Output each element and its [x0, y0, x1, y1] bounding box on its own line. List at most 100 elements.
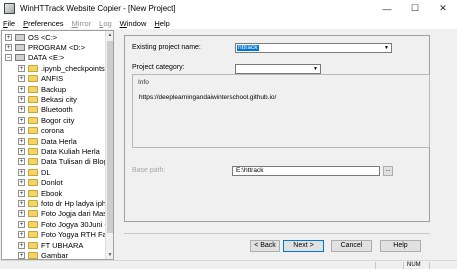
tree-vertical-scrollbar[interactable]: ▲ ▼ [105, 31, 113, 259]
expand-icon[interactable]: + [18, 85, 25, 93]
tree-item[interactable]: + Bekasi city [18, 94, 77, 104]
expand-icon[interactable]: + [18, 127, 25, 135]
expand-icon[interactable]: + [18, 210, 25, 218]
tree-item[interactable]: + foto dr Hp ladya iphone [18, 198, 113, 208]
tree-item[interactable]: + Ebook [18, 188, 62, 198]
tree-item[interactable]: + Data Kuliah Herla [18, 146, 100, 156]
tree-item[interactable]: + Gambar [18, 250, 68, 259]
folder-icon [28, 241, 38, 249]
info-group [132, 74, 430, 148]
menu-item-preferences[interactable]: Preferences [23, 19, 63, 28]
menu-label-rest: og [103, 18, 112, 28]
tree-item[interactable]: + PROGRAM <D:> [5, 42, 85, 52]
window-controls: — ☐ ✕ [373, 0, 457, 17]
expand-icon[interactable]: + [18, 189, 25, 197]
expand-icon[interactable]: + [18, 106, 25, 114]
button-separator [124, 233, 430, 234]
menu-item-help[interactable]: Help [154, 19, 169, 28]
tree-item[interactable]: + DL [18, 167, 51, 177]
tree-item[interactable]: + Foto Jogya 30Juni - 3 Ju [18, 219, 113, 229]
menu-item-file[interactable]: File [3, 19, 15, 28]
expand-icon[interactable]: + [18, 220, 25, 228]
tree-item[interactable]: + FT UBHARA [18, 240, 83, 250]
folder-icon [28, 137, 38, 145]
tree-item-label: Ebook [41, 188, 63, 198]
tree-item[interactable]: + Data Tulisan di Blog [18, 157, 108, 167]
drive-icon [15, 33, 25, 41]
expand-icon[interactable]: + [18, 231, 25, 239]
menu-item-window[interactable]: Window [120, 19, 147, 28]
collapse-icon[interactable]: − [5, 54, 12, 62]
scroll-up-icon[interactable]: ▲ [106, 31, 113, 40]
category-combo[interactable]: ▼ [235, 64, 321, 74]
tree-item[interactable]: + Foto Jogja dari Mas Tom [18, 209, 113, 219]
chevron-down-icon[interactable]: ▼ [312, 66, 319, 72]
minimize-button[interactable]: — [373, 0, 401, 17]
expand-icon[interactable]: + [18, 158, 25, 166]
expand-icon[interactable]: + [18, 168, 25, 176]
tree-item[interactable]: + Donlot [18, 178, 63, 188]
expand-icon[interactable]: + [18, 199, 25, 207]
project-name-combo[interactable]: httrack ▼ [235, 43, 392, 53]
tree-item-label: Data Tulisan di Blog [41, 157, 108, 167]
project-name-value: httrack [237, 44, 259, 51]
tree-item[interactable]: + .ipynb_checkpoints [18, 63, 105, 73]
tree-item-label: Data Herla [41, 136, 77, 146]
tree-item[interactable]: + Bluetooth [18, 105, 73, 115]
base-path-input[interactable]: E:\httrack [232, 166, 380, 176]
drive-icon [15, 54, 25, 62]
tree-item[interactable]: + ANFIS [18, 74, 63, 84]
tree-item[interactable]: + Bogor city [18, 115, 74, 125]
tree-item-label: Foto Jogja dari Mas Tom [41, 209, 113, 219]
expand-icon[interactable]: + [18, 241, 25, 249]
tree-item-label: FT UBHARA [41, 240, 84, 250]
back-button[interactable]: < Back [250, 240, 280, 252]
help-button[interactable]: Help [380, 240, 421, 252]
browse-button[interactable]: ... [383, 166, 393, 176]
folder-icon [28, 210, 38, 218]
chevron-down-icon[interactable]: ▼ [383, 45, 390, 51]
expand-icon[interactable]: + [18, 95, 25, 103]
expand-icon[interactable]: + [18, 116, 25, 124]
menu-item-mirror[interactable]: Mirror [72, 19, 92, 28]
tree-item-label: ANFIS [41, 74, 64, 84]
expand-icon[interactable]: + [18, 179, 25, 187]
expand-icon[interactable]: + [18, 137, 25, 145]
expand-icon[interactable]: + [18, 251, 25, 259]
cancel-button[interactable]: Cancel [331, 240, 372, 252]
expand-icon[interactable]: + [18, 75, 25, 83]
menu-bar: File Preferences Mirror Log Window Help [0, 17, 457, 29]
menu-item-log[interactable]: Log [99, 19, 112, 28]
folder-icon [28, 95, 38, 103]
tree-item-label: Backup [41, 84, 67, 94]
project-name-label: Existing project name: [132, 44, 201, 51]
tree-item[interactable]: + Backup [18, 84, 66, 94]
tree-item[interactable]: − DATA <E:> [5, 53, 64, 63]
status-pane-3 [429, 262, 455, 269]
app-icon [4, 3, 15, 14]
tree-item[interactable]: + Foto Yogya RTH Family [18, 230, 113, 240]
tree-item-label: Bogor city [41, 115, 75, 125]
tree-item-label: Bekasi city [41, 94, 77, 104]
tree-item-label: corona [41, 126, 64, 136]
folder-icon [28, 220, 38, 228]
expand-icon[interactable]: + [18, 147, 25, 155]
scrollbar-thumb[interactable] [107, 41, 113, 233]
close-button[interactable]: ✕ [429, 0, 457, 17]
tree-item[interactable]: + Data Herla [18, 136, 77, 146]
folder-icon [28, 106, 38, 114]
expand-icon[interactable]: + [18, 64, 25, 72]
tree-item-label: PROGRAM <D:> [28, 42, 86, 52]
tree-item-label: Foto Jogya 30Juni - 3 Ju [41, 219, 113, 229]
expand-icon[interactable]: + [5, 33, 12, 41]
folder-tree[interactable]: + Gambar + FT UBHARA + Foto Yogya RTH Family +… [1, 30, 114, 260]
tree-item[interactable]: + corona [18, 126, 64, 136]
info-group-title: Info [137, 79, 150, 86]
tree-item-label: DL [41, 167, 51, 177]
scroll-down-icon[interactable]: ▼ [106, 251, 113, 259]
expand-icon[interactable]: + [5, 43, 12, 51]
menu-accel-letter: W [119, 18, 127, 28]
tree-item[interactable]: + OS <C:> [5, 32, 57, 42]
maximize-button[interactable]: ☐ [401, 0, 429, 17]
next-button[interactable]: Next > [283, 240, 324, 252]
